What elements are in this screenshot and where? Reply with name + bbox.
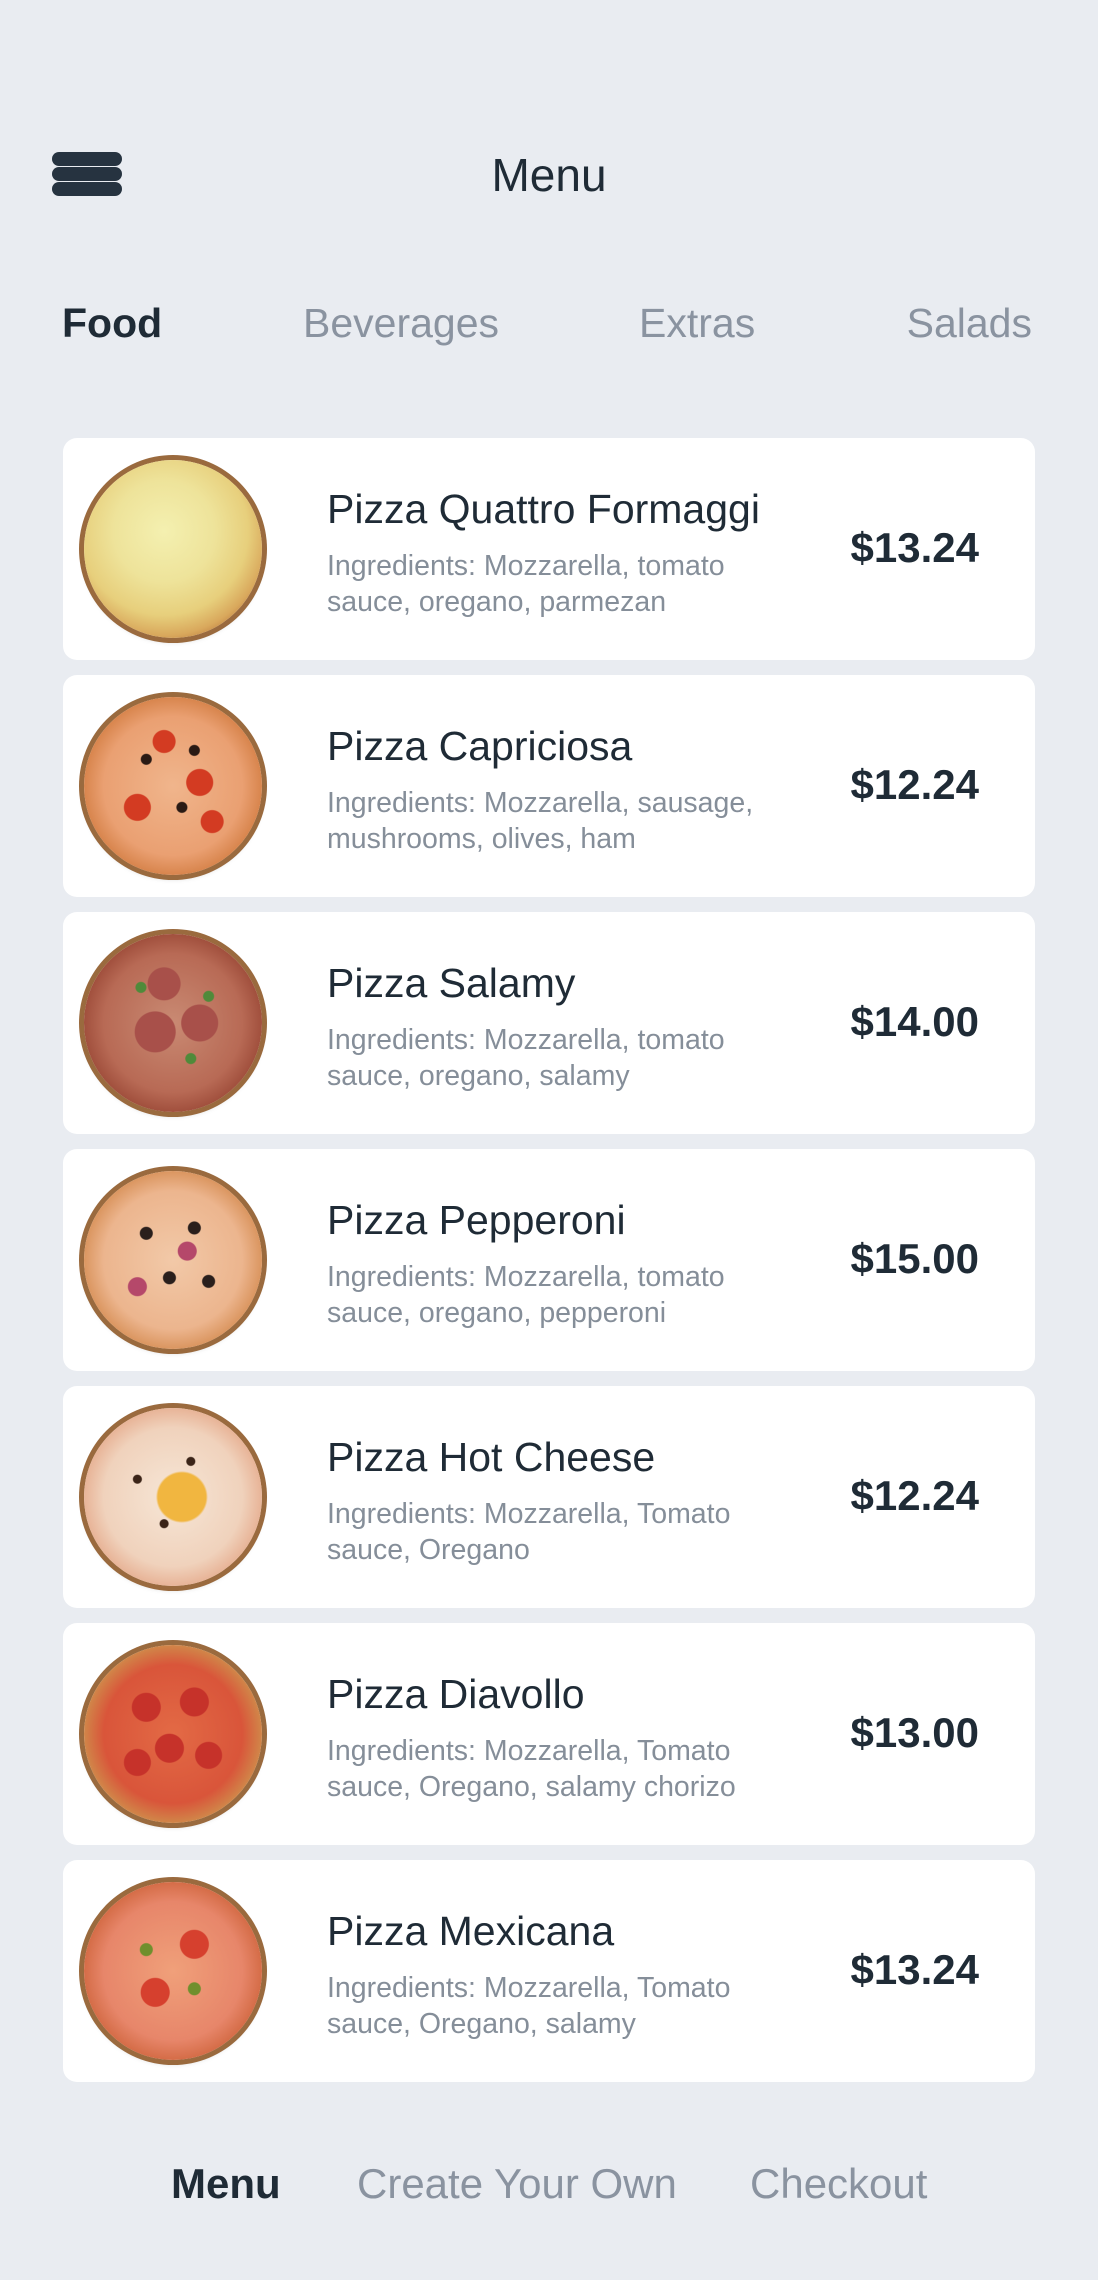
mexicana-pizza-image xyxy=(84,1882,262,2060)
menu-item-card[interactable]: Pizza Mexicana Ingredients: Mozzarella, … xyxy=(63,1860,1035,2082)
bottom-navigation: Menu Create Your Own Checkout xyxy=(0,2160,1098,2220)
item-ingredients: Ingredients: Mozzarella, tomato sauce, o… xyxy=(327,550,725,618)
item-name: Pizza Salamy xyxy=(327,960,576,1006)
item-price: $12.24 xyxy=(850,761,979,808)
page-title: Menu xyxy=(491,149,607,201)
hot-cheese-pizza-image xyxy=(84,1408,262,1586)
item-price: $13.24 xyxy=(850,1946,979,1993)
nav-menu[interactable]: Menu xyxy=(171,2160,281,2208)
item-price: $14.00 xyxy=(850,998,979,1045)
item-name: Pizza Hot Cheese xyxy=(327,1434,656,1480)
item-price: $12.24 xyxy=(850,1472,979,1519)
quattro-formaggi-pizza-image xyxy=(84,460,262,638)
item-ingredients: Ingredients: Mozzarella, Tomato sauce, O… xyxy=(327,1498,731,1566)
item-name: Pizza Pepperoni xyxy=(327,1197,626,1243)
item-ingredients: Ingredients: Mozzarella, tomato sauce, o… xyxy=(327,1261,725,1329)
tab-food[interactable]: Food xyxy=(62,300,162,347)
menu-item-list: Pizza Quattro Formaggi Ingredients: Mozz… xyxy=(63,438,1035,2097)
item-price: $13.00 xyxy=(850,1709,979,1756)
nav-create-your-own[interactable]: Create Your Own xyxy=(357,2160,677,2208)
item-name: Pizza Quattro Formaggi xyxy=(327,486,760,532)
item-name: Pizza Mexicana xyxy=(327,1908,615,1954)
tab-salads[interactable]: Salads xyxy=(907,300,1032,347)
diavollo-pizza-image xyxy=(84,1645,262,1823)
category-tabs: Food Beverages Extras Salads xyxy=(62,300,1032,360)
item-price: $15.00 xyxy=(850,1235,979,1282)
item-ingredients: Ingredients: Mozzarella, Tomato sauce, O… xyxy=(327,1735,736,1803)
item-ingredients: Ingredients: Mozzarella, sausage, mushro… xyxy=(327,787,754,855)
nav-checkout[interactable]: Checkout xyxy=(750,2160,927,2208)
menu-item-card[interactable]: Pizza Diavollo Ingredients: Mozzarella, … xyxy=(63,1623,1035,1845)
menu-item-card[interactable]: Pizza Salamy Ingredients: Mozzarella, to… xyxy=(63,912,1035,1134)
app-header: Menu xyxy=(0,130,1098,220)
menu-item-card[interactable]: Pizza Pepperoni Ingredients: Mozzarella,… xyxy=(63,1149,1035,1371)
menu-item-card[interactable]: Pizza Capriciosa Ingredients: Mozzarella… xyxy=(63,675,1035,897)
item-ingredients: Ingredients: Mozzarella, tomato sauce, o… xyxy=(327,1024,725,1092)
salamy-pizza-image xyxy=(84,934,262,1112)
menu-item-card[interactable]: Pizza Quattro Formaggi Ingredients: Mozz… xyxy=(63,438,1035,660)
menu-item-card[interactable]: Pizza Hot Cheese Ingredients: Mozzarella… xyxy=(63,1386,1035,1608)
item-price: $13.24 xyxy=(850,524,979,571)
capriciosa-pizza-image xyxy=(84,697,262,875)
tab-beverages[interactable]: Beverages xyxy=(303,300,499,347)
pepperoni-pizza-image xyxy=(84,1171,262,1349)
item-ingredients: Ingredients: Mozzarella, Tomato sauce, O… xyxy=(327,1972,731,2040)
item-name: Pizza Diavollo xyxy=(327,1671,585,1717)
item-name: Pizza Capriciosa xyxy=(327,723,633,769)
tab-extras[interactable]: Extras xyxy=(639,300,755,347)
